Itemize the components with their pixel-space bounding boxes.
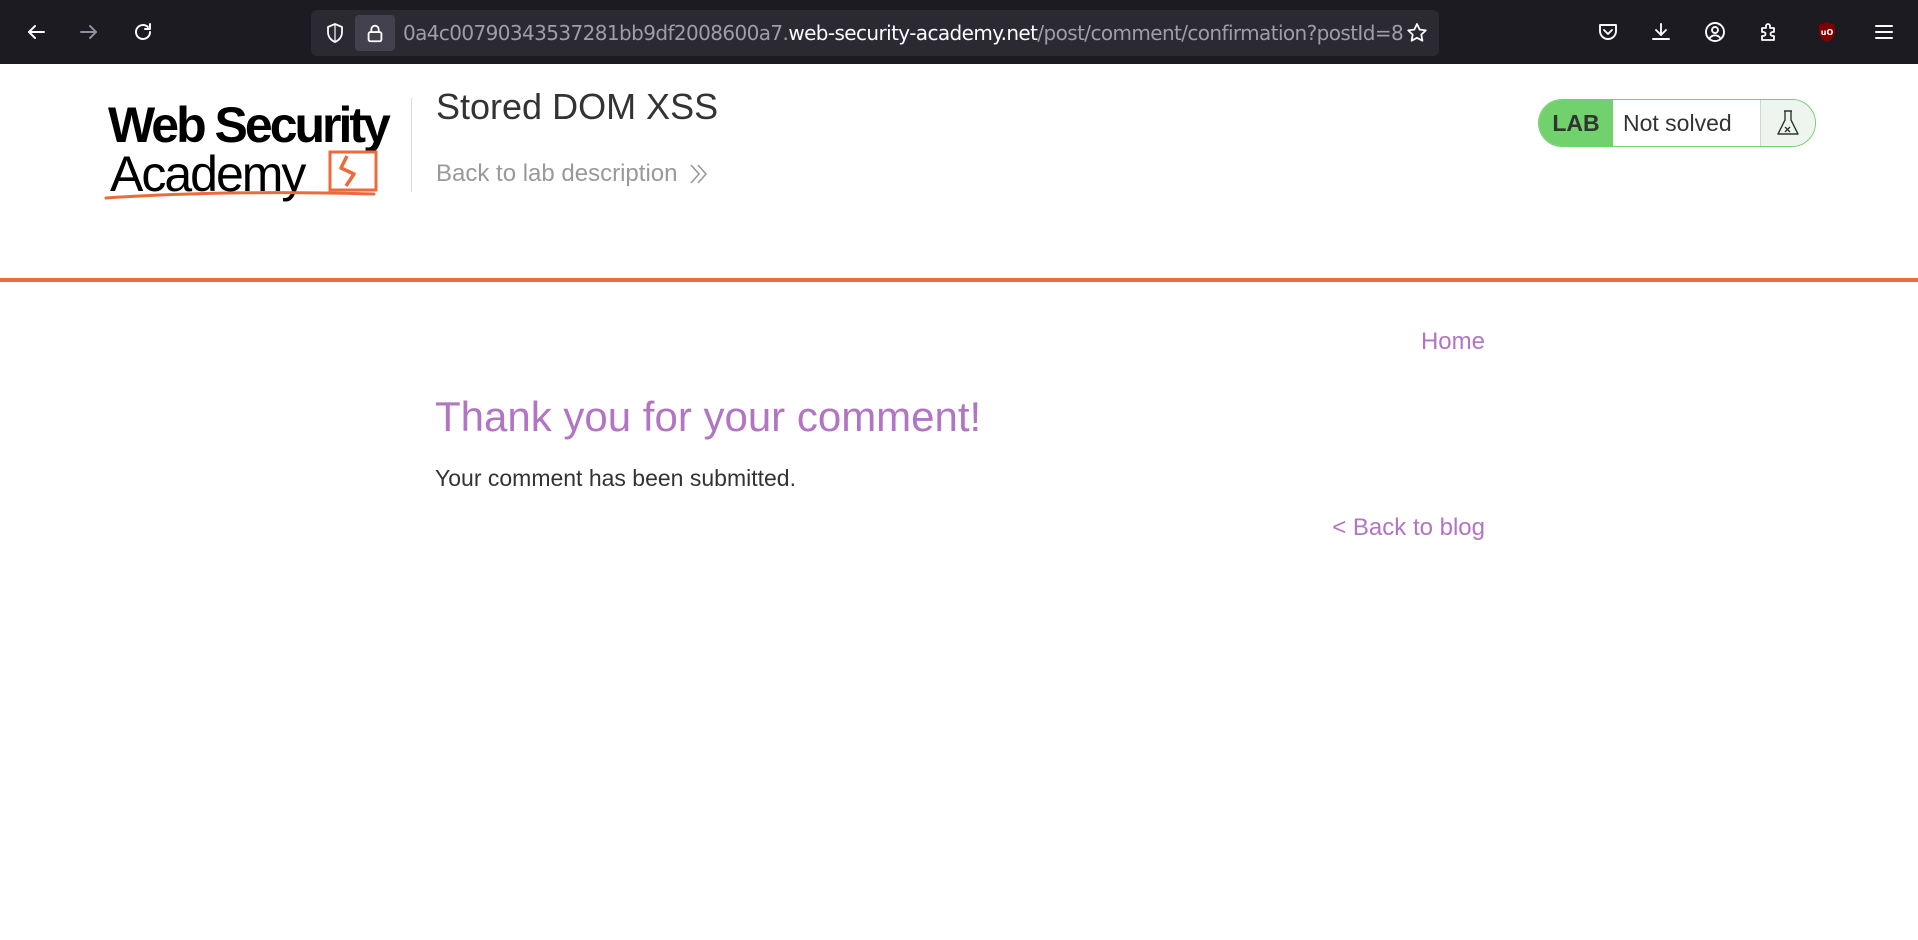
ublock-icon[interactable]: uO [1809, 14, 1845, 50]
url-path: /post/comment/confirmation?postId=8 [1037, 21, 1404, 45]
lock-icon[interactable] [355, 15, 395, 51]
browser-toolbar: 0a4c00790343537281bb9df2008600a7.web-sec… [0, 0, 1918, 64]
confirmation-heading: Thank you for your comment! [435, 393, 982, 440]
back-to-blog-link[interactable]: < Back to blog [1332, 514, 1485, 542]
lab-status-widget: LAB Not solved [1538, 99, 1816, 147]
shield-icon[interactable] [321, 19, 349, 47]
lab-status-text: Not solved [1613, 100, 1761, 146]
forward-arrow-icon[interactable] [71, 14, 107, 50]
svg-text:uO: uO [1821, 28, 1834, 37]
logo-line1: Web Security [108, 97, 391, 153]
back-arrow-icon[interactable] [18, 14, 54, 50]
back-to-lab-description-link[interactable]: Back to lab description [436, 160, 709, 188]
flask-icon [1761, 100, 1815, 146]
reload-icon[interactable] [125, 14, 161, 50]
pocket-icon[interactable] [1590, 14, 1626, 50]
web-security-academy-logo[interactable]: Web Security Academy [104, 94, 414, 202]
url-prefix: 0a4c00790343537281bb9df2008600a7. [403, 21, 789, 45]
lab-tag: LAB [1539, 100, 1613, 146]
lab-header: Web Security Academy Stored DOM XSS Back… [0, 64, 1918, 282]
lab-title: Stored DOM XSS [436, 86, 719, 127]
double-chevron-right-icon [690, 164, 708, 184]
star-icon[interactable] [1403, 19, 1431, 47]
confirmation-message: Your comment has been submitted. [435, 465, 796, 491]
home-link[interactable]: Home [1421, 328, 1485, 356]
download-icon[interactable] [1643, 14, 1679, 50]
url-text[interactable]: 0a4c00790343537281bb9df2008600a7.web-sec… [403, 21, 1404, 45]
url-bar[interactable]: 0a4c00790343537281bb9df2008600a7.web-sec… [311, 10, 1439, 56]
back-to-lab-label: Back to lab description [436, 160, 678, 187]
hamburger-menu-icon[interactable] [1866, 14, 1902, 50]
header-divider [411, 98, 412, 192]
puzzle-icon[interactable] [1751, 14, 1787, 50]
url-host: web-security-academy.net [788, 21, 1038, 45]
account-icon[interactable] [1697, 14, 1733, 50]
